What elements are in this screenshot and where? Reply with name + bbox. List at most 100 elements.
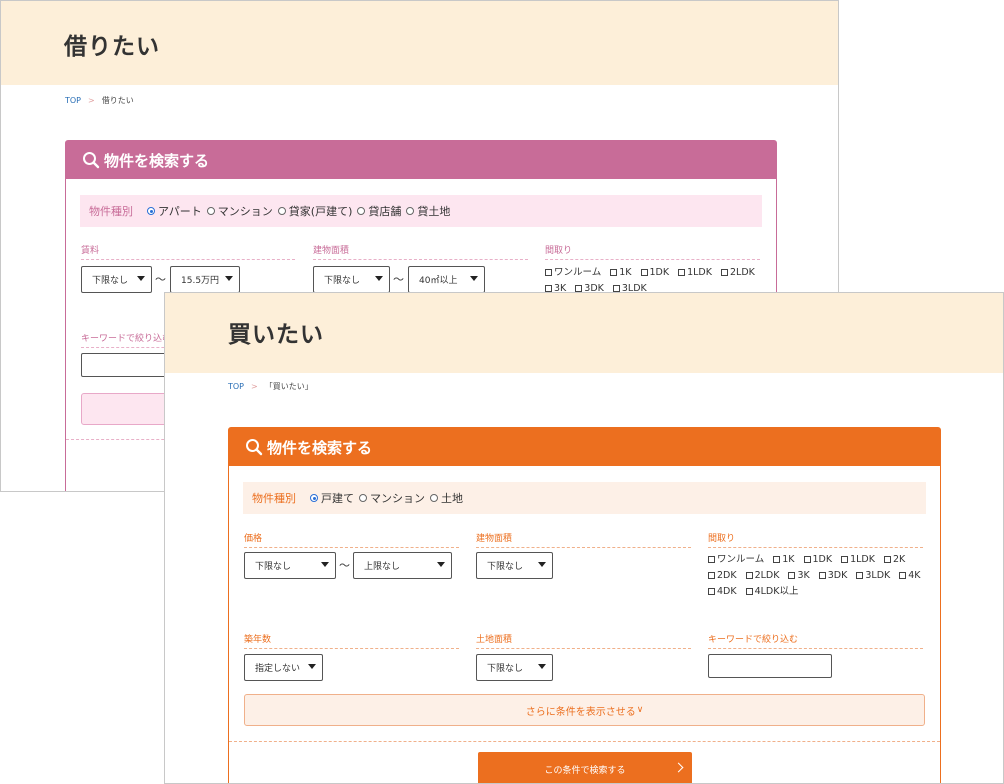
more-conditions-button[interactable]: さらに条件を表示させる ∨ bbox=[244, 694, 925, 726]
checkbox[interactable] bbox=[803, 556, 811, 563]
search-icon bbox=[246, 439, 263, 456]
layout-checkbox-item[interactable]: 1K bbox=[773, 552, 795, 567]
layout-checkbox-item[interactable]: 2LDK bbox=[720, 265, 755, 280]
layout-label: 間取り bbox=[545, 243, 760, 260]
layout-checkbox-item[interactable]: ワンルーム bbox=[708, 552, 764, 567]
layout-checkbox-item[interactable]: 1K bbox=[610, 265, 632, 280]
checkbox[interactable] bbox=[545, 269, 552, 276]
layout-checkbox-item[interactable]: 3DK bbox=[818, 568, 848, 583]
property-type-option[interactable]: 貸家(戸建て) bbox=[277, 203, 352, 219]
property-type-option[interactable]: 貸土地 bbox=[406, 203, 450, 219]
radio-button[interactable] bbox=[359, 494, 367, 502]
price-max-select[interactable]: 上限なし bbox=[353, 552, 452, 579]
checkbox-label: 4DK bbox=[717, 586, 737, 597]
search-panel-header: 物件を検索する bbox=[229, 428, 940, 466]
layout-checkbox-item[interactable]: 1LDK bbox=[678, 265, 712, 280]
chevron-down-icon bbox=[225, 276, 233, 281]
checkbox[interactable] bbox=[720, 269, 728, 276]
divider bbox=[229, 741, 940, 742]
radio-button[interactable] bbox=[206, 207, 215, 215]
checkbox[interactable] bbox=[745, 588, 753, 595]
layout-checkbox-item[interactable]: 1LDK bbox=[841, 552, 875, 567]
breadcrumb-top-link[interactable]: TOP bbox=[65, 96, 81, 105]
search-submit-label: この条件で検索する bbox=[544, 765, 626, 776]
property-type-option[interactable]: 戸建て bbox=[310, 490, 354, 506]
checkbox[interactable] bbox=[545, 285, 552, 292]
layout-checkbox-item[interactable]: 2LDK bbox=[745, 568, 780, 583]
layout-checkbox-item[interactable]: ワンルーム bbox=[545, 265, 601, 280]
checkbox-label: 3LDK bbox=[865, 570, 891, 581]
search-icon bbox=[83, 152, 100, 169]
checkbox[interactable] bbox=[708, 572, 715, 579]
checkbox[interactable] bbox=[708, 556, 715, 563]
building-age-select[interactable]: 指定しない bbox=[244, 654, 323, 681]
layout-checkbox-item[interactable]: 3LDK bbox=[856, 568, 890, 583]
keyword-label: キーワードで絞り込む bbox=[708, 632, 923, 649]
search-submit-button[interactable]: この条件で検索する bbox=[478, 752, 692, 783]
chevron-down-icon bbox=[137, 276, 145, 281]
checkbox[interactable] bbox=[612, 285, 620, 292]
layout-checkbox-item[interactable]: 4LDK以上 bbox=[745, 584, 798, 599]
radio-button[interactable] bbox=[357, 207, 366, 215]
radio-label: マンション bbox=[217, 205, 273, 218]
breadcrumb-top-link[interactable]: TOP bbox=[228, 382, 244, 391]
radio-button[interactable] bbox=[430, 494, 438, 502]
layout-checkbox-item[interactable]: 4DK bbox=[708, 584, 737, 599]
breadcrumb-separator: > bbox=[251, 382, 258, 391]
radio-label: アパート bbox=[158, 205, 202, 218]
land-area-min-select[interactable]: 下限なし bbox=[476, 654, 553, 681]
checkbox[interactable] bbox=[818, 572, 826, 579]
property-type-option[interactable]: マンション bbox=[359, 490, 425, 506]
layout-checkbox-item[interactable]: 1DK bbox=[640, 265, 669, 280]
radio-button[interactable] bbox=[277, 207, 286, 215]
layout-label: 間取り bbox=[708, 531, 923, 548]
checkbox-label: 1K bbox=[782, 554, 795, 565]
property-type-option[interactable]: 貸店舗 bbox=[357, 203, 401, 219]
buy-search-panel: 物件を検索する 物件種別 戸建て マンション 土地 価格 下限なし 〜 上限なし 建… bbox=[228, 427, 941, 783]
rent-max-select[interactable]: 15.5万円 bbox=[170, 266, 240, 293]
area-min-select[interactable]: 下限なし bbox=[313, 266, 390, 293]
layout-checkbox-item[interactable]: 2DK bbox=[708, 568, 737, 583]
property-type-option[interactable]: アパート bbox=[147, 203, 202, 219]
rent-min-select[interactable]: 下限なし bbox=[81, 266, 152, 293]
checkbox[interactable] bbox=[883, 556, 891, 563]
property-type-option[interactable]: マンション bbox=[206, 203, 273, 219]
checkbox[interactable] bbox=[841, 556, 849, 563]
area-min-select[interactable]: 下限なし bbox=[476, 552, 553, 579]
page-title: 借りたい bbox=[64, 34, 160, 60]
checkbox[interactable] bbox=[899, 572, 907, 579]
radio-label: 貸土地 bbox=[417, 205, 451, 218]
property-type-option[interactable]: 土地 bbox=[430, 490, 463, 506]
chevron-down-icon bbox=[437, 562, 445, 567]
radio-button[interactable] bbox=[406, 207, 415, 215]
checkbox[interactable] bbox=[856, 572, 864, 579]
checkbox[interactable] bbox=[575, 285, 583, 292]
page-title: 買いたい bbox=[228, 322, 324, 348]
rent-label: 賃料 bbox=[81, 243, 295, 260]
checkbox[interactable] bbox=[708, 588, 715, 595]
checkbox-label: 2LDK bbox=[754, 570, 780, 581]
layout-checkbox-item[interactable]: 3K bbox=[788, 568, 810, 583]
radio-button[interactable] bbox=[147, 207, 155, 215]
checkbox[interactable] bbox=[745, 572, 753, 579]
checkbox-label: 3DK bbox=[827, 570, 848, 581]
radio-button[interactable] bbox=[310, 494, 318, 502]
layout-checkbox-item[interactable]: 4K bbox=[899, 568, 921, 583]
layout-checkbox-item[interactable]: 2K bbox=[883, 552, 905, 567]
checkbox[interactable] bbox=[640, 269, 648, 276]
price-min-select[interactable]: 下限なし bbox=[244, 552, 336, 579]
chevron-down-icon bbox=[538, 562, 546, 567]
area-max-select[interactable]: 40㎡以上 bbox=[408, 266, 485, 293]
building-age-label: 築年数 bbox=[244, 632, 459, 649]
checkbox[interactable] bbox=[610, 269, 618, 276]
keyword-input[interactable] bbox=[708, 654, 832, 678]
buy-page-screenshot: 買いたい TOP > 「買いたい」 物件を検索する 物件種別 戸建て マンション 土地 … bbox=[164, 292, 1004, 784]
checkbox-label: 2LDK bbox=[729, 267, 755, 278]
property-type-row: 物件種別 戸建て マンション 土地 bbox=[243, 482, 926, 514]
checkbox[interactable] bbox=[678, 269, 686, 276]
checkbox-label: 1DK bbox=[812, 554, 833, 565]
layout-checkbox-item[interactable]: 1DK bbox=[803, 552, 833, 567]
range-separator: 〜 bbox=[155, 273, 166, 286]
checkbox[interactable] bbox=[773, 556, 781, 563]
checkbox[interactable] bbox=[788, 572, 796, 579]
